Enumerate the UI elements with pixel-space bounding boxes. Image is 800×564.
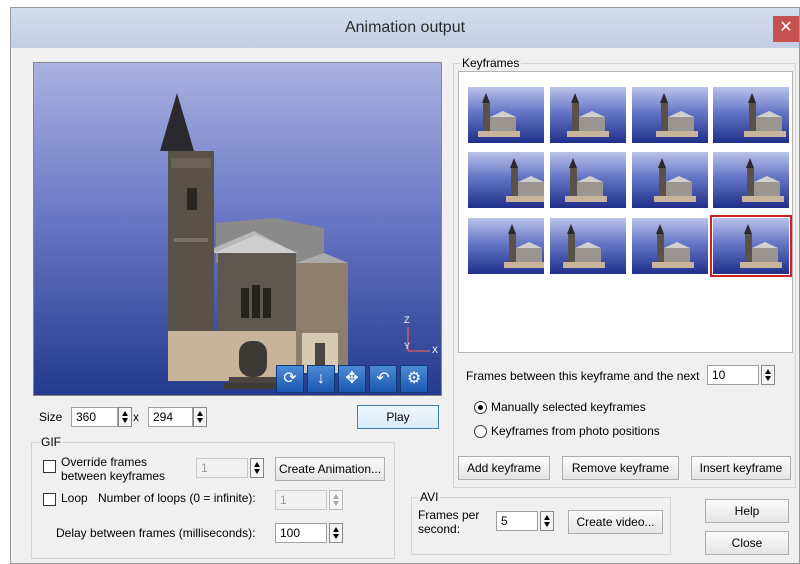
add-keyframe-button[interactable]: Add keyframe — [458, 456, 550, 480]
help-button[interactable]: Help — [705, 499, 789, 523]
manual-keyframes-label: Manually selected keyframes — [491, 400, 646, 414]
rotate-icon[interactable]: ⟳ — [276, 365, 304, 393]
override-frames-spinner[interactable] — [250, 458, 264, 478]
axis-z-label: Z — [404, 315, 410, 325]
close-button[interactable]: Close — [705, 531, 789, 555]
height-input[interactable]: 294 — [148, 407, 193, 427]
move-down-icon[interactable]: ↓ — [307, 365, 335, 393]
override-label-line2: between keyframes — [61, 469, 166, 483]
keyframe-thumbnail[interactable] — [632, 152, 708, 208]
loop-label: Loop — [61, 491, 88, 505]
frames-between-spinner[interactable] — [761, 365, 775, 385]
title-bar: Animation output ✕ — [11, 8, 799, 48]
delay-input[interactable]: 100 — [275, 523, 327, 543]
override-label-line1: Override frames — [61, 455, 148, 469]
delay-spinner[interactable] — [329, 523, 343, 543]
number-of-loops-input[interactable]: 1 — [275, 490, 327, 510]
keyframe-thumbnail[interactable] — [468, 218, 544, 274]
keyframes-group-title: Keyframes — [460, 56, 522, 70]
church-model-render — [160, 93, 430, 389]
keyframe-thumbnail[interactable] — [468, 87, 544, 143]
override-frames-checkbox[interactable] — [43, 460, 56, 473]
create-video-button[interactable]: Create video... — [568, 510, 663, 534]
axis-x-label: X — [432, 345, 439, 355]
keyframe-thumbnail[interactable] — [550, 87, 626, 143]
keyframes-thumbnail-panel[interactable] — [458, 71, 793, 353]
fps-label-line2: second: — [418, 522, 461, 536]
window-title: Animation output — [344, 19, 466, 36]
delay-label: Delay between frames (milliseconds): — [56, 526, 256, 540]
frames-between-label: Frames between this keyframe and the nex… — [466, 369, 700, 383]
play-button[interactable]: Play — [357, 405, 439, 429]
number-of-loops-label: Number of loops (0 = infinite): — [98, 491, 256, 505]
pan-icon[interactable]: ✥ — [338, 365, 366, 393]
photo-keyframes-label: Keyframes from photo positions — [491, 424, 660, 438]
axis-y-label: Y — [404, 341, 411, 351]
override-frames-input[interactable]: 1 — [196, 458, 248, 478]
settings-icon[interactable]: ⚙ — [400, 365, 428, 393]
keyframe-thumbnail[interactable] — [632, 87, 708, 143]
insert-keyframe-button[interactable]: Insert keyframe — [691, 456, 791, 480]
keyframe-thumbnail[interactable] — [550, 152, 626, 208]
manual-keyframes-radio[interactable] — [474, 401, 487, 414]
gif-group-title: GIF — [39, 435, 63, 449]
fps-label-line1: Frames per — [418, 508, 480, 522]
keyframe-thumbnail[interactable] — [468, 152, 544, 208]
frames-between-input[interactable]: 10 — [707, 365, 759, 385]
keyframe-thumbnail[interactable] — [550, 218, 626, 274]
keyframe-thumbnail[interactable] — [713, 152, 789, 208]
number-of-loops-spinner[interactable] — [329, 490, 343, 510]
keyframe-thumbnail[interactable] — [632, 218, 708, 274]
keyframe-thumbnail[interactable] — [713, 87, 789, 143]
fps-spinner[interactable] — [540, 511, 554, 531]
undo-icon[interactable]: ↶ — [369, 365, 397, 393]
remove-keyframe-button[interactable]: Remove keyframe — [562, 456, 679, 480]
width-spinner[interactable] — [118, 407, 132, 427]
avi-group-title: AVI — [418, 490, 441, 504]
create-animation-button[interactable]: Create Animation... — [275, 457, 385, 481]
close-window-button[interactable]: ✕ — [773, 16, 799, 42]
preview-viewport[interactable]: Z Y X ⟳ ↓ ✥ ↶ ⚙ — [33, 62, 442, 396]
width-input[interactable]: 360 — [71, 407, 118, 427]
size-separator: x — [133, 410, 139, 424]
size-label: Size — [39, 410, 63, 424]
keyframe-thumbnail[interactable] — [710, 215, 792, 277]
height-spinner[interactable] — [193, 407, 207, 427]
photo-keyframes-radio[interactable] — [474, 425, 487, 438]
fps-input[interactable]: 5 — [496, 511, 538, 531]
animation-output-dialog: Animation output ✕ Z Y X ⟳ ↓ ✥ ↶ ⚙ Size … — [10, 7, 800, 564]
loop-checkbox[interactable] — [43, 493, 56, 506]
